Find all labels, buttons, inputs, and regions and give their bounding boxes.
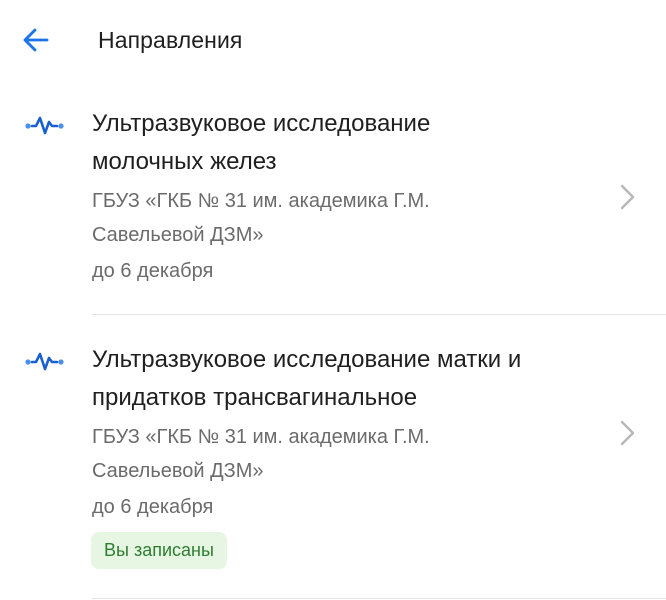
divider xyxy=(92,598,666,599)
due-date: до 6 декабря xyxy=(92,496,214,518)
referral-item[interactable]: Ультразвуковое исследование матки и прид… xyxy=(0,336,666,598)
status-badge: Вы записаны xyxy=(91,532,227,569)
referral-title-line: Ультразвуковое исследование матки и xyxy=(92,346,522,373)
chevron-right-icon xyxy=(620,184,635,210)
app-header: Направления xyxy=(0,0,666,84)
page-title: Направления xyxy=(98,27,243,53)
chevron-right-icon xyxy=(620,420,635,446)
clinic-name-line: Савельевой ДЗМ» xyxy=(92,460,264,482)
clinic-name: ГБУЗ «ГКБ № 31 им. академика Г.М. Савель… xyxy=(92,184,532,252)
referral-title-line: Ультразвуковое исследование xyxy=(92,110,431,137)
clinic-name-line: ГБУЗ «ГКБ № 31 им. академика Г.М. xyxy=(92,190,430,212)
ultrasound-wave-icon xyxy=(25,116,64,135)
referral-title-line: молочных желез xyxy=(92,148,277,175)
referral-title-line: придатков трансвагинальное xyxy=(92,384,418,411)
due-date: до 6 декабря xyxy=(92,260,214,282)
clinic-name-line: ГБУЗ «ГКБ № 31 им. академика Г.М. xyxy=(92,426,430,448)
divider xyxy=(92,314,666,315)
referral-item[interactable]: Ультразвуковое исследование молочных жел… xyxy=(0,100,666,314)
referral-title: Ультразвуковое исследование матки и прид… xyxy=(92,341,612,417)
ultrasound-wave-icon xyxy=(25,352,64,371)
clinic-name: ГБУЗ «ГКБ № 31 им. академика Г.М. Савель… xyxy=(92,420,532,488)
arrow-left-icon[interactable] xyxy=(22,26,50,54)
referral-title: Ультразвуковое исследование молочных жел… xyxy=(92,105,612,181)
clinic-name-line: Савельевой ДЗМ» xyxy=(92,224,264,246)
back-button[interactable] xyxy=(16,20,56,60)
